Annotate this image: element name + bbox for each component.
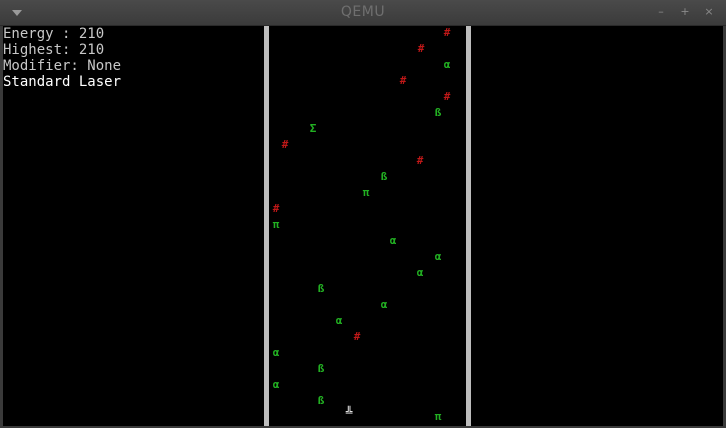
left-wall — [264, 26, 269, 426]
enemy-alpha: α — [272, 346, 280, 359]
right-wall — [466, 26, 471, 426]
enemy-hash: # — [353, 330, 361, 343]
maximize-icon[interactable]: + — [678, 5, 692, 19]
enemy-alpha: α — [434, 250, 442, 263]
enemy-beta: ß — [380, 170, 388, 183]
enemy-beta: ß — [317, 282, 325, 295]
enemy-hash: # — [443, 90, 451, 103]
highest-readout: Highest: 210 — [3, 42, 105, 58]
enemy-alpha: α — [272, 378, 280, 391]
enemy-beta: ß — [317, 362, 325, 375]
enemy-hash: # — [416, 154, 424, 167]
enemy-beta: ß — [434, 106, 442, 119]
window-title: QEMU — [340, 4, 386, 20]
enemy-pi: π — [272, 218, 280, 231]
enemy-pi: π — [362, 186, 370, 199]
enemy-hash: # — [272, 202, 280, 215]
minimize-icon[interactable]: – — [654, 5, 668, 19]
window-frame-left — [0, 26, 3, 428]
modifier-readout: Modifier: None — [3, 58, 122, 74]
enemy-alpha: α — [443, 58, 451, 71]
weapon-readout: Standard Laser — [3, 74, 122, 90]
energy-readout: Energy : 210 — [3, 26, 105, 42]
enemy-sigma: Σ — [309, 122, 317, 135]
player-ship: ╩ — [345, 406, 353, 419]
game-screen[interactable]: Energy : 210 Highest: 210 Modifier: None St… — [3, 26, 723, 426]
enemy-beta: ß — [317, 394, 325, 407]
qemu-window: QEMU – + × Energy : 210 Highest: 210 Modif… — [0, 0, 726, 428]
close-icon[interactable]: × — [702, 5, 716, 19]
enemy-alpha: α — [380, 298, 388, 311]
enemy-hash: # — [399, 74, 407, 87]
enemy-hash: # — [443, 26, 451, 39]
enemy-hash: # — [281, 138, 289, 151]
enemy-pi: π — [434, 410, 442, 423]
enemy-alpha: α — [335, 314, 343, 327]
hud: Energy : 210 Highest: 210 Modifier: None St… — [3, 26, 121, 90]
enemy-alpha: α — [389, 234, 397, 247]
enemy-hash: # — [417, 42, 425, 55]
enemy-alpha: α — [416, 266, 424, 279]
title-bar[interactable]: QEMU – + × — [0, 0, 726, 26]
